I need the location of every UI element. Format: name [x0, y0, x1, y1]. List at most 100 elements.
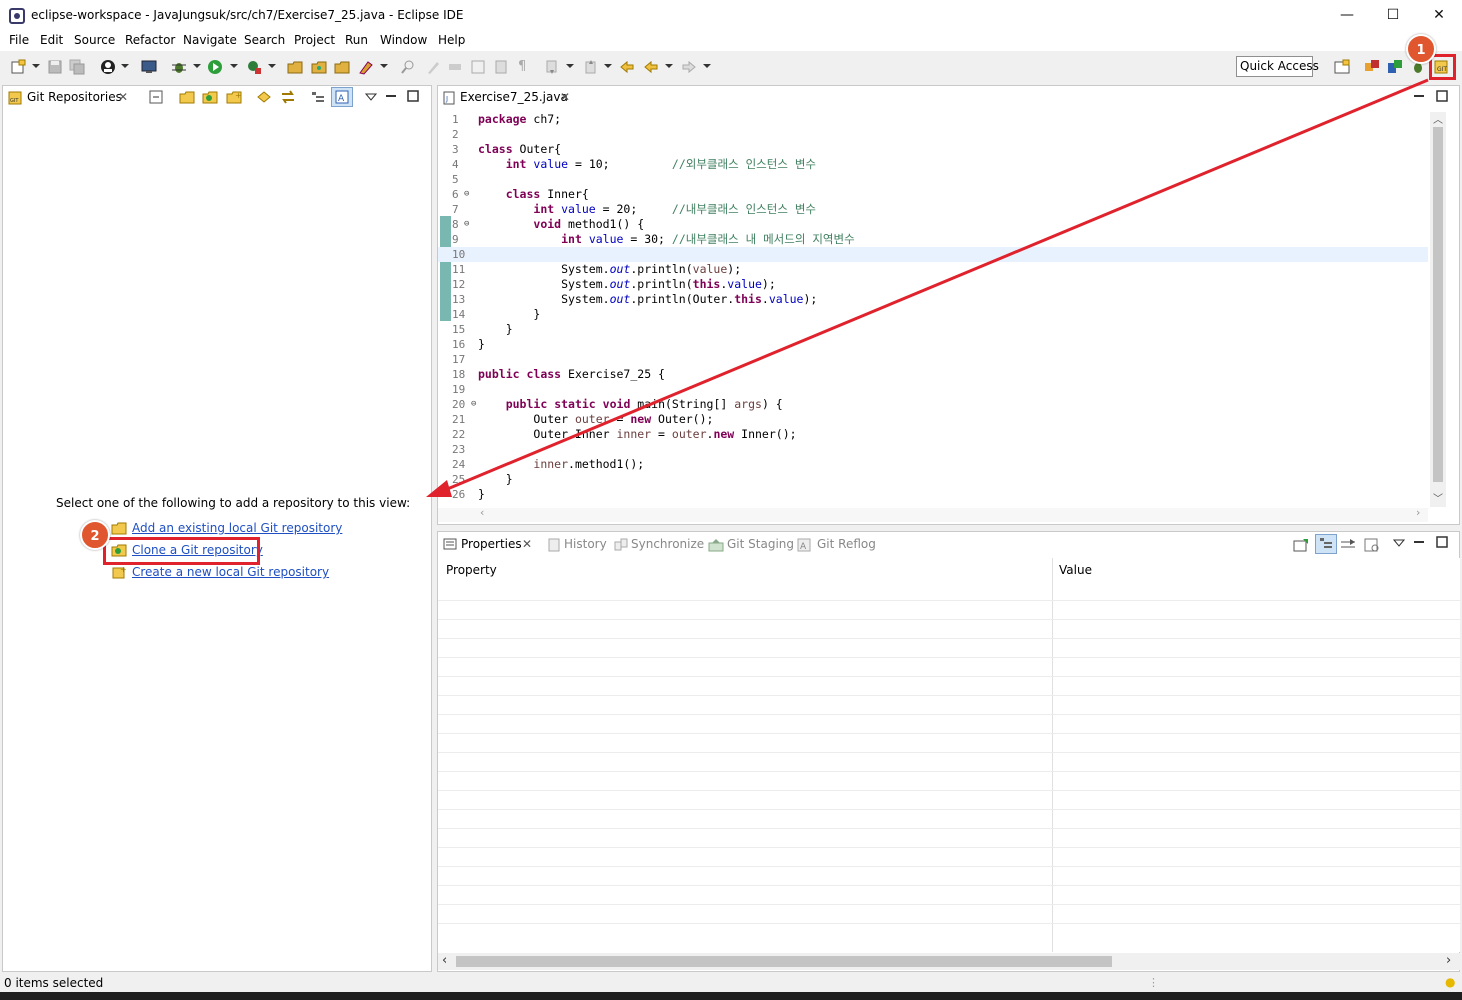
next-annotation-icon[interactable]	[544, 59, 560, 75]
back-dropdown-icon[interactable]	[665, 64, 673, 68]
tab-exercise7-25[interactable]: J Exercise7_25.java ✕	[438, 86, 578, 110]
debug-icon[interactable]	[171, 59, 187, 75]
maximize-button[interactable]: ☐	[1370, 0, 1416, 31]
create-repository-link[interactable]: Create a new local Git repository	[132, 565, 329, 579]
external-tools-icon[interactable]	[246, 59, 262, 75]
run-dropdown-icon[interactable]	[230, 64, 238, 68]
editor-vertical-scrollbar[interactable]: ︿ ﹀	[1430, 112, 1446, 507]
quick-access-field[interactable]: Quick Access	[1236, 56, 1319, 77]
minimize-button[interactable]: —	[1324, 0, 1370, 31]
last-edit-location-icon[interactable]	[619, 59, 635, 75]
value-column-header[interactable]: Value	[1059, 563, 1092, 577]
view-menu-icon[interactable]	[365, 92, 377, 102]
close-properties-tab-icon[interactable]: ✕	[522, 537, 532, 551]
tab-history[interactable]: History	[564, 537, 607, 551]
new-package-icon[interactable]	[311, 59, 327, 75]
properties-scroll-thumb[interactable]	[456, 956, 1112, 967]
code-line[interactable]: 10	[438, 247, 1428, 262]
code-line[interactable]: 11 System.out.println(value);	[438, 262, 1428, 277]
menu-refactor[interactable]: Refactor	[125, 33, 175, 47]
previous-annotation-dropdown-icon[interactable]	[604, 64, 612, 68]
menu-edit[interactable]: Edit	[40, 33, 63, 47]
tab-git-reflog[interactable]: Git Reflog	[817, 537, 876, 551]
show-whitespace-icon[interactable]: ¶	[518, 59, 526, 74]
scroll-up-icon[interactable]: ︿	[1433, 111, 1443, 126]
debug-dropdown-icon[interactable]	[193, 64, 201, 68]
mark-occurrences-icon[interactable]	[425, 59, 441, 75]
code-line[interactable]: 3 class Outer{	[438, 142, 1428, 157]
run-icon[interactable]	[207, 59, 223, 75]
open-perspective-icon[interactable]	[1334, 59, 1350, 75]
show-categories-button[interactable]	[1315, 534, 1337, 554]
fold-toggle-icon[interactable]: ⊖	[471, 397, 476, 412]
forward-dropdown-icon[interactable]	[703, 64, 711, 68]
code-line[interactable]: 15 }	[438, 322, 1428, 337]
editor-scroll-thumb[interactable]	[1433, 127, 1443, 482]
tab-properties[interactable]: Properties ✕	[438, 532, 542, 556]
minimize-view-icon[interactable]	[385, 92, 397, 102]
close-editor-tab-icon[interactable]: ✕	[560, 86, 570, 108]
properties-scroll-left-icon[interactable]: ‹	[442, 953, 447, 968]
properties-view-menu-icon[interactable]	[1393, 538, 1405, 548]
menu-file[interactable]: File	[9, 33, 29, 47]
restore-default-icon[interactable]	[1364, 538, 1380, 552]
menu-search[interactable]: Search	[244, 33, 285, 47]
code-line[interactable]: 1 package ch7;	[438, 112, 1428, 127]
menu-source[interactable]: Source	[74, 33, 115, 47]
save-icon[interactable]	[47, 59, 63, 75]
minimize-editor-icon[interactable]	[1413, 92, 1425, 102]
minimize-properties-icon[interactable]	[1413, 538, 1425, 548]
fold-toggle-icon[interactable]: ⊖	[464, 187, 469, 202]
code-line[interactable]: 6 ⊖ class Inner{	[438, 187, 1428, 202]
code-line[interactable]: 20 ⊖ public static void main(String[] arg…	[438, 397, 1428, 412]
close-button[interactable]: ✕	[1416, 0, 1462, 31]
java-ee-perspective-icon[interactable]	[1364, 59, 1380, 75]
code-line[interactable]: 26}	[438, 487, 1428, 502]
scroll-right-icon[interactable]: ›	[1416, 506, 1420, 519]
save-all-icon[interactable]	[69, 59, 85, 75]
new-icon[interactable]	[10, 59, 26, 75]
properties-horizontal-scrollbar[interactable]: ‹ ›	[438, 953, 1460, 970]
scroll-down-icon[interactable]: ﹀	[1433, 490, 1443, 505]
toggle-breadcrumb-icon[interactable]	[447, 59, 463, 75]
external-tools-dropdown-icon[interactable]	[268, 64, 276, 68]
back-icon[interactable]	[643, 59, 659, 75]
code-line[interactable]: 8 ⊖ void method1() {	[438, 217, 1428, 232]
code-line[interactable]: 14 }	[438, 307, 1428, 322]
terminal-icon[interactable]	[141, 59, 157, 75]
code-line[interactable]: 16}	[438, 337, 1428, 352]
collapse-all-icon[interactable]	[149, 90, 163, 104]
pin-view-icon[interactable]	[1293, 538, 1309, 552]
menu-window[interactable]: Window	[380, 33, 427, 47]
menu-help[interactable]: Help	[438, 33, 465, 47]
properties-scroll-right-icon[interactable]: ›	[1446, 953, 1451, 968]
block-selection-icon[interactable]	[470, 59, 486, 75]
maximize-view-icon[interactable]	[407, 90, 419, 102]
code-line[interactable]: 9 int value = 30; //내부클래스 내 메서드의 지역변수	[438, 232, 1428, 247]
hierarchical-layout-icon[interactable]	[310, 90, 326, 104]
new-class-icon[interactable]	[334, 59, 350, 75]
code-line[interactable]: 7 int value = 20; //내부클래스 인스턴스 변수	[438, 202, 1428, 217]
forward-icon[interactable]	[681, 59, 697, 75]
code-line[interactable]: 2	[438, 127, 1428, 142]
menu-project[interactable]: Project	[294, 33, 335, 47]
editor-horizontal-scrollbar[interactable]: ‹ ›	[438, 506, 1428, 522]
close-tab-icon[interactable]: ✕	[118, 86, 128, 108]
new-java-project-icon[interactable]	[287, 59, 303, 75]
java-perspective-icon[interactable]	[1387, 59, 1403, 75]
previous-annotation-icon[interactable]	[583, 59, 599, 75]
menu-run[interactable]: Run	[345, 33, 368, 47]
maximize-editor-icon[interactable]	[1436, 90, 1448, 102]
new-dropdown-icon[interactable]	[32, 64, 40, 68]
code-line[interactable]: 13 System.out.println(Outer.this.value);	[438, 292, 1428, 307]
show-advanced-icon[interactable]	[1340, 538, 1356, 552]
tab-git-repositories[interactable]: GIT Git Repositories ✕	[3, 86, 137, 110]
code-area[interactable]: 1 package ch7; 2 3 class Outer{4 int value =…	[438, 112, 1428, 507]
code-line[interactable]: 12 System.out.println(this.value);	[438, 277, 1428, 292]
code-line[interactable]: 19	[438, 382, 1428, 397]
profile-icon[interactable]	[100, 59, 116, 75]
add-existing-repository-link[interactable]: Add an existing local Git repository	[132, 521, 342, 535]
scroll-left-icon[interactable]: ‹	[480, 506, 484, 519]
open-type-dropdown-icon[interactable]	[380, 64, 388, 68]
code-line[interactable]: 24 inner.method1();	[438, 457, 1428, 472]
